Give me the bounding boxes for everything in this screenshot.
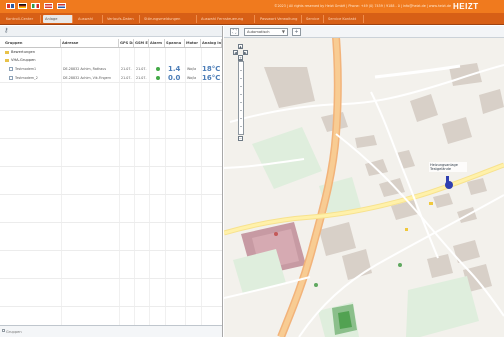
row-divider bbox=[0, 306, 222, 307]
folder-icon bbox=[5, 58, 9, 62]
fullscreen-icon[interactable]: ⛶ bbox=[230, 28, 239, 36]
device-name: Testmodem_2 bbox=[15, 76, 38, 80]
grid-column-line bbox=[134, 48, 135, 334]
map-layer-value: Automatisch bbox=[247, 30, 270, 34]
motor-status: Wa/la bbox=[187, 76, 197, 80]
main-menu: Kontroll-Center Anlage Auswahl Verlaufs-… bbox=[0, 13, 504, 25]
voltage-value: 1.4 bbox=[168, 65, 181, 73]
device-name: Testmodem1 bbox=[15, 67, 37, 71]
column-header-alarm[interactable]: Alarm bbox=[149, 39, 165, 47]
zoom-in-button[interactable]: + bbox=[238, 55, 243, 60]
gsm-date: 21.07. bbox=[136, 67, 147, 71]
map-toolbar: ⛶ Automatisch ▼ + bbox=[224, 26, 504, 38]
gps-date: 21.07. bbox=[121, 67, 132, 71]
menu-item-anlage[interactable]: Anlage bbox=[43, 15, 73, 23]
menu-item-service[interactable]: Service bbox=[304, 15, 324, 23]
menu-item-auswahl[interactable]: Auswahl bbox=[76, 15, 103, 23]
map-layer-select[interactable]: Automatisch ▼ bbox=[244, 28, 288, 36]
zoom-slider[interactable] bbox=[238, 61, 244, 135]
tree-footer: Gruppen bbox=[0, 325, 222, 337]
device-row[interactable]: Testmodem_2 DE-28832 Achim, Vik-Fingern … bbox=[0, 74, 222, 82]
row-divider bbox=[0, 278, 222, 279]
row-divider bbox=[0, 250, 222, 251]
group-label: VHA-Gruppen bbox=[11, 58, 36, 62]
row-divider bbox=[0, 138, 222, 139]
top-brand-bar: ©2023 | All rights reserved by Heizt Gmb… bbox=[0, 0, 504, 13]
grid-column-line bbox=[149, 48, 150, 334]
flag-italy-icon[interactable] bbox=[31, 3, 40, 9]
grid-column-line bbox=[165, 48, 166, 334]
zoom-tick bbox=[240, 110, 242, 111]
zoom-tick bbox=[240, 102, 242, 103]
menu-item-stoerungen[interactable]: Störungsmeldungen bbox=[142, 15, 197, 23]
zoom-tick bbox=[240, 126, 242, 127]
map-poi-label[interactable]: Heizungsanlage Testgelände bbox=[429, 162, 467, 172]
zoom-tick bbox=[240, 94, 242, 95]
alarm-ok-icon bbox=[156, 76, 160, 80]
row-divider bbox=[0, 222, 222, 223]
column-header-motor[interactable]: Motor bbox=[185, 39, 201, 47]
row-divider bbox=[0, 166, 222, 167]
key-icon[interactable]: ⚷ bbox=[4, 28, 10, 34]
column-header-group[interactable]: Gruppen bbox=[4, 39, 61, 47]
zoom-tick bbox=[240, 86, 242, 87]
column-header-analog[interactable]: Analog In bbox=[201, 39, 222, 47]
footer-label: Gruppen bbox=[6, 330, 22, 334]
column-header-gps[interactable]: GPS Da bbox=[119, 39, 134, 47]
zoom-out-button[interactable]: − bbox=[238, 136, 243, 141]
flag-uk-icon[interactable] bbox=[6, 3, 15, 9]
zoom-tick bbox=[240, 70, 242, 71]
device-icon bbox=[9, 76, 13, 80]
menu-item-verlaufsdaten[interactable]: Verlaufs-Daten bbox=[105, 15, 140, 23]
menu-item-passwort[interactable]: Passwort Verwaltung bbox=[258, 15, 302, 23]
menu-item-kontroll-center[interactable]: Kontroll-Center bbox=[4, 15, 41, 23]
flag-dutch-icon[interactable] bbox=[57, 3, 66, 9]
menu-item-fernsteuerung[interactable]: Auswahl Fernsteuerung bbox=[199, 15, 255, 23]
footer-checkbox[interactable] bbox=[2, 329, 5, 332]
grid-column-line bbox=[201, 48, 202, 334]
chevron-down-icon: ▼ bbox=[281, 29, 285, 34]
column-header-voltage[interactable]: Spannu bbox=[165, 39, 185, 47]
zoom-tick bbox=[240, 118, 242, 119]
map-panel[interactable]: ⛶ Automatisch ▼ + ▲ ◀ ▶ ▼ + − Heizungsan… bbox=[224, 26, 504, 337]
motor-status: Wa/la bbox=[187, 67, 197, 71]
pan-right-icon[interactable]: ▶ bbox=[243, 50, 248, 55]
device-address: DE-28832 Achim, Vik-Fingern bbox=[63, 76, 112, 80]
flag-germany-icon[interactable] bbox=[18, 3, 27, 9]
voltage-value: 0.0 bbox=[168, 74, 181, 82]
alarm-ok-icon bbox=[156, 67, 160, 71]
folder-icon bbox=[5, 50, 9, 54]
pan-up-icon[interactable]: ▲ bbox=[238, 44, 243, 49]
grid-column-line bbox=[61, 48, 62, 334]
device-icon bbox=[9, 67, 13, 71]
row-divider bbox=[0, 82, 222, 83]
menu-item-service-kontakt[interactable]: Service Kontakt bbox=[326, 15, 364, 23]
tree-toolbar: ⚷ bbox=[0, 26, 222, 37]
copyright-text: ©2023 | All rights reserved by Heizt Gmb… bbox=[274, 4, 451, 8]
column-header-gsm[interactable]: GSM En bbox=[134, 39, 149, 47]
brand-logo: HEIZT bbox=[453, 2, 479, 11]
device-tree-panel: ⚷ Gruppen Adresse GPS Da GSM En Alarm Sp… bbox=[0, 26, 223, 337]
column-header-address[interactable]: Adresse bbox=[61, 39, 119, 47]
street-map[interactable] bbox=[224, 26, 504, 337]
gsm-date: 21.07. bbox=[136, 76, 147, 80]
add-icon[interactable]: + bbox=[292, 28, 301, 36]
zoom-tick bbox=[240, 78, 242, 79]
grid-column-line bbox=[119, 48, 120, 334]
grid-column-line bbox=[185, 48, 186, 334]
temperature-value: 18°C bbox=[202, 65, 221, 73]
device-row[interactable]: Testmodem1 DE-28832 Achim, Rathaus 21.07… bbox=[0, 65, 222, 73]
group-label: Bewertungen bbox=[11, 50, 36, 54]
temperature-value: 16°C bbox=[202, 74, 221, 82]
row-divider bbox=[0, 194, 222, 195]
flag-austria-icon[interactable] bbox=[44, 3, 53, 9]
gps-date: 21.07. bbox=[121, 76, 132, 80]
row-divider bbox=[0, 110, 222, 111]
tree-group-vha[interactable]: VHA-Gruppen bbox=[0, 56, 222, 64]
device-address: DE-28832 Achim, Rathaus bbox=[63, 67, 107, 71]
tree-group-bewertungen[interactable]: Bewertungen bbox=[0, 48, 222, 56]
